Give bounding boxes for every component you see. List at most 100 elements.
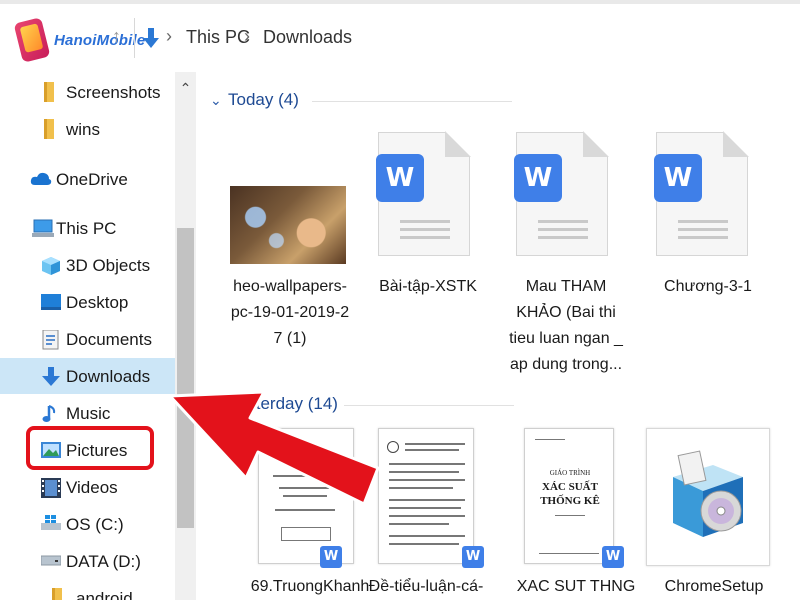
- sidebar-item-label: wins: [66, 120, 101, 139]
- scrollbar-thumb[interactable]: [177, 228, 194, 528]
- sidebar-item-desktop[interactable]: Desktop: [0, 284, 175, 320]
- sidebar-scrollbar[interactable]: ⌃: [175, 72, 196, 600]
- sidebar-item-documents[interactable]: Documents: [0, 321, 175, 357]
- document-preview: GIÁO TRÌNH XÁC SUẤT THỐNG KÊ: [524, 428, 614, 564]
- sidebar-item-label: Desktop: [66, 293, 129, 312]
- file-name: XAC SUT THNG: [506, 574, 646, 600]
- downloads-address-icon: [143, 28, 159, 50]
- installer-preview: [646, 428, 770, 566]
- doc-title-line: THỐNG KÊ: [540, 495, 600, 507]
- file-name-line: KHẢO (Bai thi: [516, 304, 616, 321]
- file-name: heo-wallpapers- pc-19-01-2019-2 7 (1): [220, 274, 360, 352]
- sidebar-item-label: Documents: [66, 330, 152, 349]
- up-arrow-icon[interactable]: ↑: [112, 26, 121, 47]
- file-name: Mau THAM KHẢO (Bai thi tieu luan ngan _ …: [496, 274, 636, 378]
- computer-icon: [32, 219, 54, 237]
- file-name-line: heo-wallpapers-: [233, 278, 347, 295]
- sidebar-item-label: Downloads: [66, 367, 151, 386]
- sidebar-item-videos[interactable]: Videos: [0, 469, 175, 505]
- word-badge-icon: W: [462, 546, 484, 568]
- file-name: ChromeSetup: [644, 574, 784, 600]
- document-preview: [378, 428, 474, 564]
- file-item[interactable]: W Đề-tiểu-luận-cá-: [369, 428, 518, 600]
- file-name: Đề-tiểu-luận-cá-: [356, 574, 496, 600]
- cloud-icon: [30, 170, 52, 188]
- sidebar-item-label: This PC: [56, 219, 117, 238]
- file-name-line: pc-19-01-2019-2: [230, 304, 350, 321]
- title-bar-edge: [0, 0, 800, 4]
- sidebar-item-data-d[interactable]: DATA (D:): [0, 543, 175, 579]
- word-badge-icon: W: [320, 546, 342, 568]
- document-preview: [258, 428, 354, 564]
- drive-icon: [40, 552, 62, 570]
- sidebar-item-label: DATA (D:): [66, 552, 141, 571]
- doc-title-line: GIÁO TRÌNH: [549, 469, 591, 477]
- download-icon: [42, 367, 60, 386]
- sidebar-item-label: Screenshots: [66, 83, 161, 102]
- file-item[interactable]: W Chương-3-1: [638, 131, 778, 312]
- music-icon: [42, 404, 60, 422]
- group-divider: [344, 405, 514, 406]
- videos-icon: [41, 478, 61, 498]
- file-name-line: ChromeSetup: [664, 578, 764, 595]
- word-document-icon: W: [654, 131, 749, 256]
- desktop-icon: [41, 293, 61, 311]
- file-name-line: Bài-tập-XSTK: [379, 278, 477, 295]
- sidebar-item-label: Music: [66, 404, 111, 423]
- hanoimobile-logo: HanoiMobile: [13, 17, 164, 64]
- file-item[interactable]: heo-wallpapers- pc-19-01-2019-2 7 (1): [220, 132, 360, 372]
- sidebar-item-os-c[interactable]: OS (C:): [0, 506, 175, 542]
- navigation-pane: Screenshots wins OneDrive This PC 3D Obj…: [0, 72, 196, 600]
- chevron-right-icon[interactable]: ›: [244, 26, 250, 47]
- breadcrumb-this-pc[interactable]: This PC: [186, 27, 250, 48]
- file-name-line: ap dung trong...: [509, 356, 623, 373]
- windows-drive-icon: [41, 515, 61, 533]
- file-name-line: 7 (1): [273, 330, 307, 347]
- sidebar-item-screenshots[interactable]: Screenshots: [0, 74, 175, 110]
- sidebar-item-this-pc[interactable]: This PC: [0, 210, 175, 246]
- phone-logo-icon: [13, 17, 51, 63]
- file-item[interactable]: W Bài-tập-XSTK: [358, 131, 498, 312]
- file-item[interactable]: GIÁO TRÌNH XÁC SUẤT THỐNG KÊ W XAC SUT T…: [506, 428, 646, 600]
- chevron-down-icon[interactable]: ⌄: [210, 396, 222, 413]
- setup-box-icon: [673, 450, 743, 537]
- document-icon: [42, 329, 60, 350]
- downloads-highlight-box: [26, 426, 154, 470]
- folder-icon: [52, 588, 70, 600]
- sidebar-item-wins[interactable]: wins: [0, 111, 175, 147]
- chevron-down-icon[interactable]: ⌄: [210, 92, 222, 109]
- sidebar-item-label: OS (C:): [66, 515, 124, 534]
- file-item[interactable]: W Mau THAM KHẢO (Bai thi tieu luan ngan …: [496, 131, 636, 373]
- file-list: ⌄ Today (4) heo-wallpapers- pc-19-01-201…: [196, 72, 800, 600]
- sidebar-item-label: 3D Objects: [66, 256, 151, 275]
- address-divider: [134, 18, 135, 58]
- file-name: Chương-3-1: [638, 274, 778, 300]
- address-bar-area: HanoiMobile ↑ › This PC › Downloads: [0, 0, 800, 72]
- group-divider: [312, 101, 512, 102]
- chevron-right-icon[interactable]: ›: [166, 26, 172, 47]
- word-document-icon: W: [376, 131, 471, 256]
- group-label: Yesterday (14): [228, 394, 338, 413]
- chevron-up-icon[interactable]: ⌃: [175, 80, 196, 97]
- sidebar-item-onedrive[interactable]: OneDrive: [0, 161, 175, 197]
- sidebar-item-label: OneDrive: [56, 170, 128, 189]
- folder-icon: [44, 82, 62, 102]
- word-document-icon: W: [514, 131, 609, 256]
- file-name: Bài-tập-XSTK: [358, 274, 498, 300]
- file-name-line: tieu luan ngan _: [509, 330, 623, 347]
- group-header-today[interactable]: ⌄ Today (4): [210, 90, 512, 114]
- doc-title-line: XÁC SUẤT: [542, 481, 598, 493]
- folder-icon: [44, 119, 62, 139]
- group-label: Today (4): [228, 90, 299, 109]
- sidebar-item-label: Videos: [66, 478, 118, 497]
- group-header-yesterday[interactable]: ⌄ Yesterday (14): [210, 394, 514, 418]
- word-badge-icon: W: [602, 546, 624, 568]
- sidebar-item-downloads[interactable]: Downloads: [0, 358, 175, 394]
- sidebar-item-android[interactable]: android: [0, 580, 175, 600]
- file-item[interactable]: ChromeSetup: [644, 428, 784, 600]
- sidebar-item-3d-objects[interactable]: 3D Objects: [0, 247, 175, 283]
- file-name-line: XAC SUT THNG: [516, 578, 636, 595]
- image-thumbnail: [230, 186, 346, 264]
- file-name-line: Mau THAM: [525, 278, 607, 295]
- breadcrumb-downloads[interactable]: Downloads: [263, 27, 352, 48]
